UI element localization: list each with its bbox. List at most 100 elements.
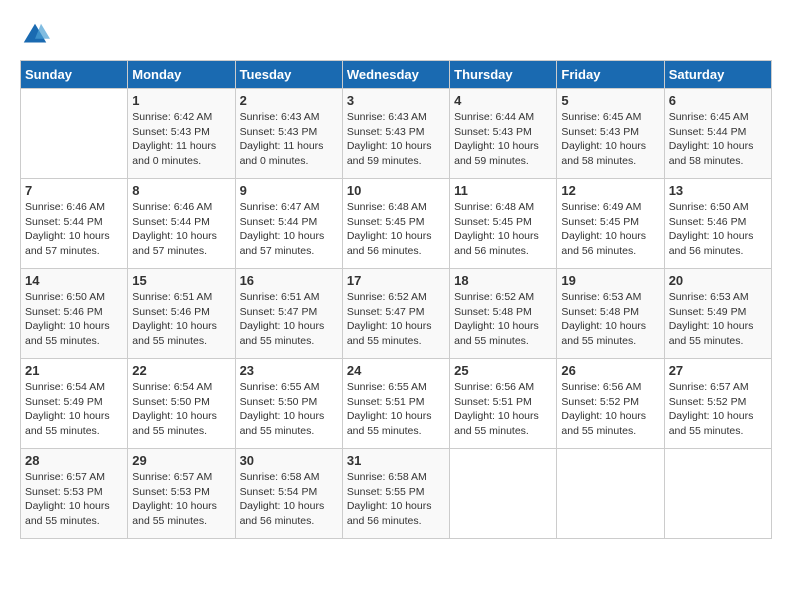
day-info: Sunrise: 6:43 AMSunset: 5:43 PMDaylight:…	[240, 110, 338, 169]
column-header-monday: Monday	[128, 61, 235, 89]
calendar-cell: 5Sunrise: 6:45 AMSunset: 5:43 PMDaylight…	[557, 89, 664, 179]
day-info: Sunrise: 6:57 AMSunset: 5:52 PMDaylight:…	[669, 380, 767, 439]
daylight-text: Daylight: 10 hours and 55 minutes.	[454, 410, 539, 437]
day-number: 25	[454, 363, 552, 378]
sunset-text: Sunset: 5:51 PM	[454, 396, 532, 408]
day-info: Sunrise: 6:45 AM Sunset: 5:43 PM Daylight:…	[561, 110, 659, 169]
sunset-text: Sunset: 5:49 PM	[669, 306, 747, 318]
sunset-text: Sunset: 5:49 PM	[25, 396, 103, 408]
daylight-text: Daylight: 10 hours and 56 minutes.	[454, 230, 539, 257]
day-info: Sunrise: 6:48 AMSunset: 5:45 PMDaylight:…	[454, 200, 552, 259]
calendar-cell: 14Sunrise: 6:50 AMSunset: 5:46 PMDayligh…	[21, 269, 128, 359]
sunrise-text: Sunrise: 6:43 AM	[240, 111, 320, 123]
day-info: Sunrise: 6:57 AM Sunset: 5:53 PM Daylight:…	[132, 470, 230, 529]
calendar-cell: 13Sunrise: 6:50 AMSunset: 5:46 PMDayligh…	[664, 179, 771, 269]
calendar-cell: 8Sunrise: 6:46 AMSunset: 5:44 PMDaylight…	[128, 179, 235, 269]
day-number: 23	[240, 363, 338, 378]
column-header-wednesday: Wednesday	[342, 61, 449, 89]
sunset-text: Sunset: 5:43 PM	[347, 126, 425, 138]
day-info: Sunrise: 6:43 AMSunset: 5:43 PMDaylight:…	[347, 110, 445, 169]
calendar-cell: 24Sunrise: 6:55 AMSunset: 5:51 PMDayligh…	[342, 359, 449, 449]
day-number: 2	[240, 93, 338, 108]
day-number: 14	[25, 273, 123, 288]
calendar-cell: 30Sunrise: 6:58 AMSunset: 5:54 PMDayligh…	[235, 449, 342, 539]
calendar-cell: 31 Sunrise: 6:58 AM Sunset: 5:55 PM Dayligh…	[342, 449, 449, 539]
sunset-text: Sunset: 5:46 PM	[669, 216, 747, 228]
sunset-text: Sunset: 5:43 PM	[454, 126, 532, 138]
day-number: 3	[347, 93, 445, 108]
calendar-cell	[664, 449, 771, 539]
day-number: 21	[25, 363, 123, 378]
calendar-cell: 11 Sunrise: 6:48 AMSunset: 5:45 PMDayligh…	[450, 179, 557, 269]
daylight-text: Daylight: 10 hours and 58 minutes.	[561, 140, 646, 167]
sunrise-text: Sunrise: 6:58 AM	[347, 471, 427, 483]
week-row: 28Sunrise: 6:57 AMSunset: 5:53 PMDayligh…	[21, 449, 772, 539]
sunrise-text: Sunrise: 6:49 AM	[561, 201, 641, 213]
sunset-text: Sunset: 5:46 PM	[132, 306, 210, 318]
sunset-text: Sunset: 5:44 PM	[240, 216, 318, 228]
daylight-text: Daylight: 10 hours and 56 minutes.	[347, 500, 432, 527]
day-info: Sunrise: 6:54 AMSunset: 5:49 PMDaylight:…	[25, 380, 123, 439]
sunset-text: Sunset: 5:44 PM	[25, 216, 103, 228]
calendar-cell	[450, 449, 557, 539]
sunrise-text: Sunrise: 6:53 AM	[561, 291, 641, 303]
daylight-text: Daylight: 10 hours and 56 minutes.	[347, 230, 432, 257]
calendar-cell	[557, 449, 664, 539]
week-row: 1Sunrise: 6:42 AMSunset: 5:43 PMDaylight…	[21, 89, 772, 179]
calendar-cell: 16Sunrise: 6:51 AMSunset: 5:47 PMDayligh…	[235, 269, 342, 359]
logo-icon	[20, 20, 50, 50]
sunrise-text: Sunrise: 6:54 AM	[132, 381, 212, 393]
sunset-text: Sunset: 5:44 PM	[132, 216, 210, 228]
sunrise-text: Sunrise: 6:52 AM	[347, 291, 427, 303]
calendar-cell: 25 Sunrise: 6:56 AM Sunset: 5:51 PM Dayligh…	[450, 359, 557, 449]
daylight-text: Daylight: 10 hours and 57 minutes.	[25, 230, 110, 257]
daylight-text: Daylight: 10 hours and 55 minutes.	[347, 320, 432, 347]
sunset-text: Sunset: 5:53 PM	[132, 486, 210, 498]
calendar-cell: 26Sunrise: 6:56 AMSunset: 5:52 PMDayligh…	[557, 359, 664, 449]
sunrise-text: Sunrise: 6:45 AM	[561, 111, 641, 123]
header-row: SundayMondayTuesdayWednesdayThursdayFrid…	[21, 61, 772, 89]
column-header-thursday: Thursday	[450, 61, 557, 89]
daylight-text: Daylight: 10 hours and 55 minutes.	[25, 320, 110, 347]
sunrise-text: Sunrise: 6:50 AM	[669, 201, 749, 213]
day-number: 26	[561, 363, 659, 378]
sunrise-text: Sunrise: 6:44 AM	[454, 111, 534, 123]
sunrise-text: Sunrise: 6:53 AM	[669, 291, 749, 303]
column-header-tuesday: Tuesday	[235, 61, 342, 89]
daylight-text: Daylight: 10 hours and 55 minutes.	[132, 410, 217, 437]
sunset-text: Sunset: 5:54 PM	[240, 486, 318, 498]
sunrise-text: Sunrise: 6:46 AM	[25, 201, 105, 213]
sunrise-text: Sunrise: 6:50 AM	[25, 291, 105, 303]
calendar-cell: 7 Sunrise: 6:46 AM Sunset: 5:44 PM Daylight…	[21, 179, 128, 269]
sunset-text: Sunset: 5:43 PM	[561, 126, 639, 138]
day-info: Sunrise: 6:53 AMSunset: 5:49 PMDaylight:…	[669, 290, 767, 349]
day-number: 7	[25, 183, 123, 198]
daylight-text: Daylight: 10 hours and 55 minutes.	[132, 500, 217, 527]
day-number: 19	[561, 273, 659, 288]
sunrise-text: Sunrise: 6:55 AM	[240, 381, 320, 393]
sunrise-text: Sunrise: 6:54 AM	[25, 381, 105, 393]
sunrise-text: Sunrise: 6:48 AM	[347, 201, 427, 213]
sunrise-text: Sunrise: 6:42 AM	[132, 111, 212, 123]
sunrise-text: Sunrise: 6:51 AM	[240, 291, 320, 303]
day-number: 24	[347, 363, 445, 378]
sunset-text: Sunset: 5:45 PM	[561, 216, 639, 228]
week-row: 21 Sunrise: 6:54 AM Sunset: 5:49 PM Dayligh…	[21, 359, 772, 449]
sunrise-text: Sunrise: 6:56 AM	[454, 381, 534, 393]
sunset-text: Sunset: 5:43 PM	[240, 126, 318, 138]
daylight-text: Daylight: 11 hours and 0 minutes.	[132, 140, 216, 167]
daylight-text: Daylight: 10 hours and 56 minutes.	[240, 500, 325, 527]
daylight-text: Daylight: 10 hours and 55 minutes.	[561, 320, 646, 347]
day-info: Sunrise: 6:58 AMSunset: 5:54 PMDaylight:…	[240, 470, 338, 529]
day-number: 31	[347, 453, 445, 468]
day-number: 11	[454, 183, 552, 198]
day-info: Sunrise: 6:51 AMSunset: 5:46 PMDaylight:…	[132, 290, 230, 349]
calendar-cell: 15Sunrise: 6:51 AMSunset: 5:46 PMDayligh…	[128, 269, 235, 359]
day-number: 13	[669, 183, 767, 198]
sunrise-text: Sunrise: 6:57 AM	[132, 471, 212, 483]
sunset-text: Sunset: 5:55 PM	[347, 486, 425, 498]
week-row: 7 Sunrise: 6:46 AM Sunset: 5:44 PM Daylight…	[21, 179, 772, 269]
calendar-cell: 22Sunrise: 6:54 AMSunset: 5:50 PMDayligh…	[128, 359, 235, 449]
daylight-text: Daylight: 10 hours and 55 minutes.	[132, 320, 217, 347]
daylight-text: Daylight: 10 hours and 56 minutes.	[561, 230, 646, 257]
